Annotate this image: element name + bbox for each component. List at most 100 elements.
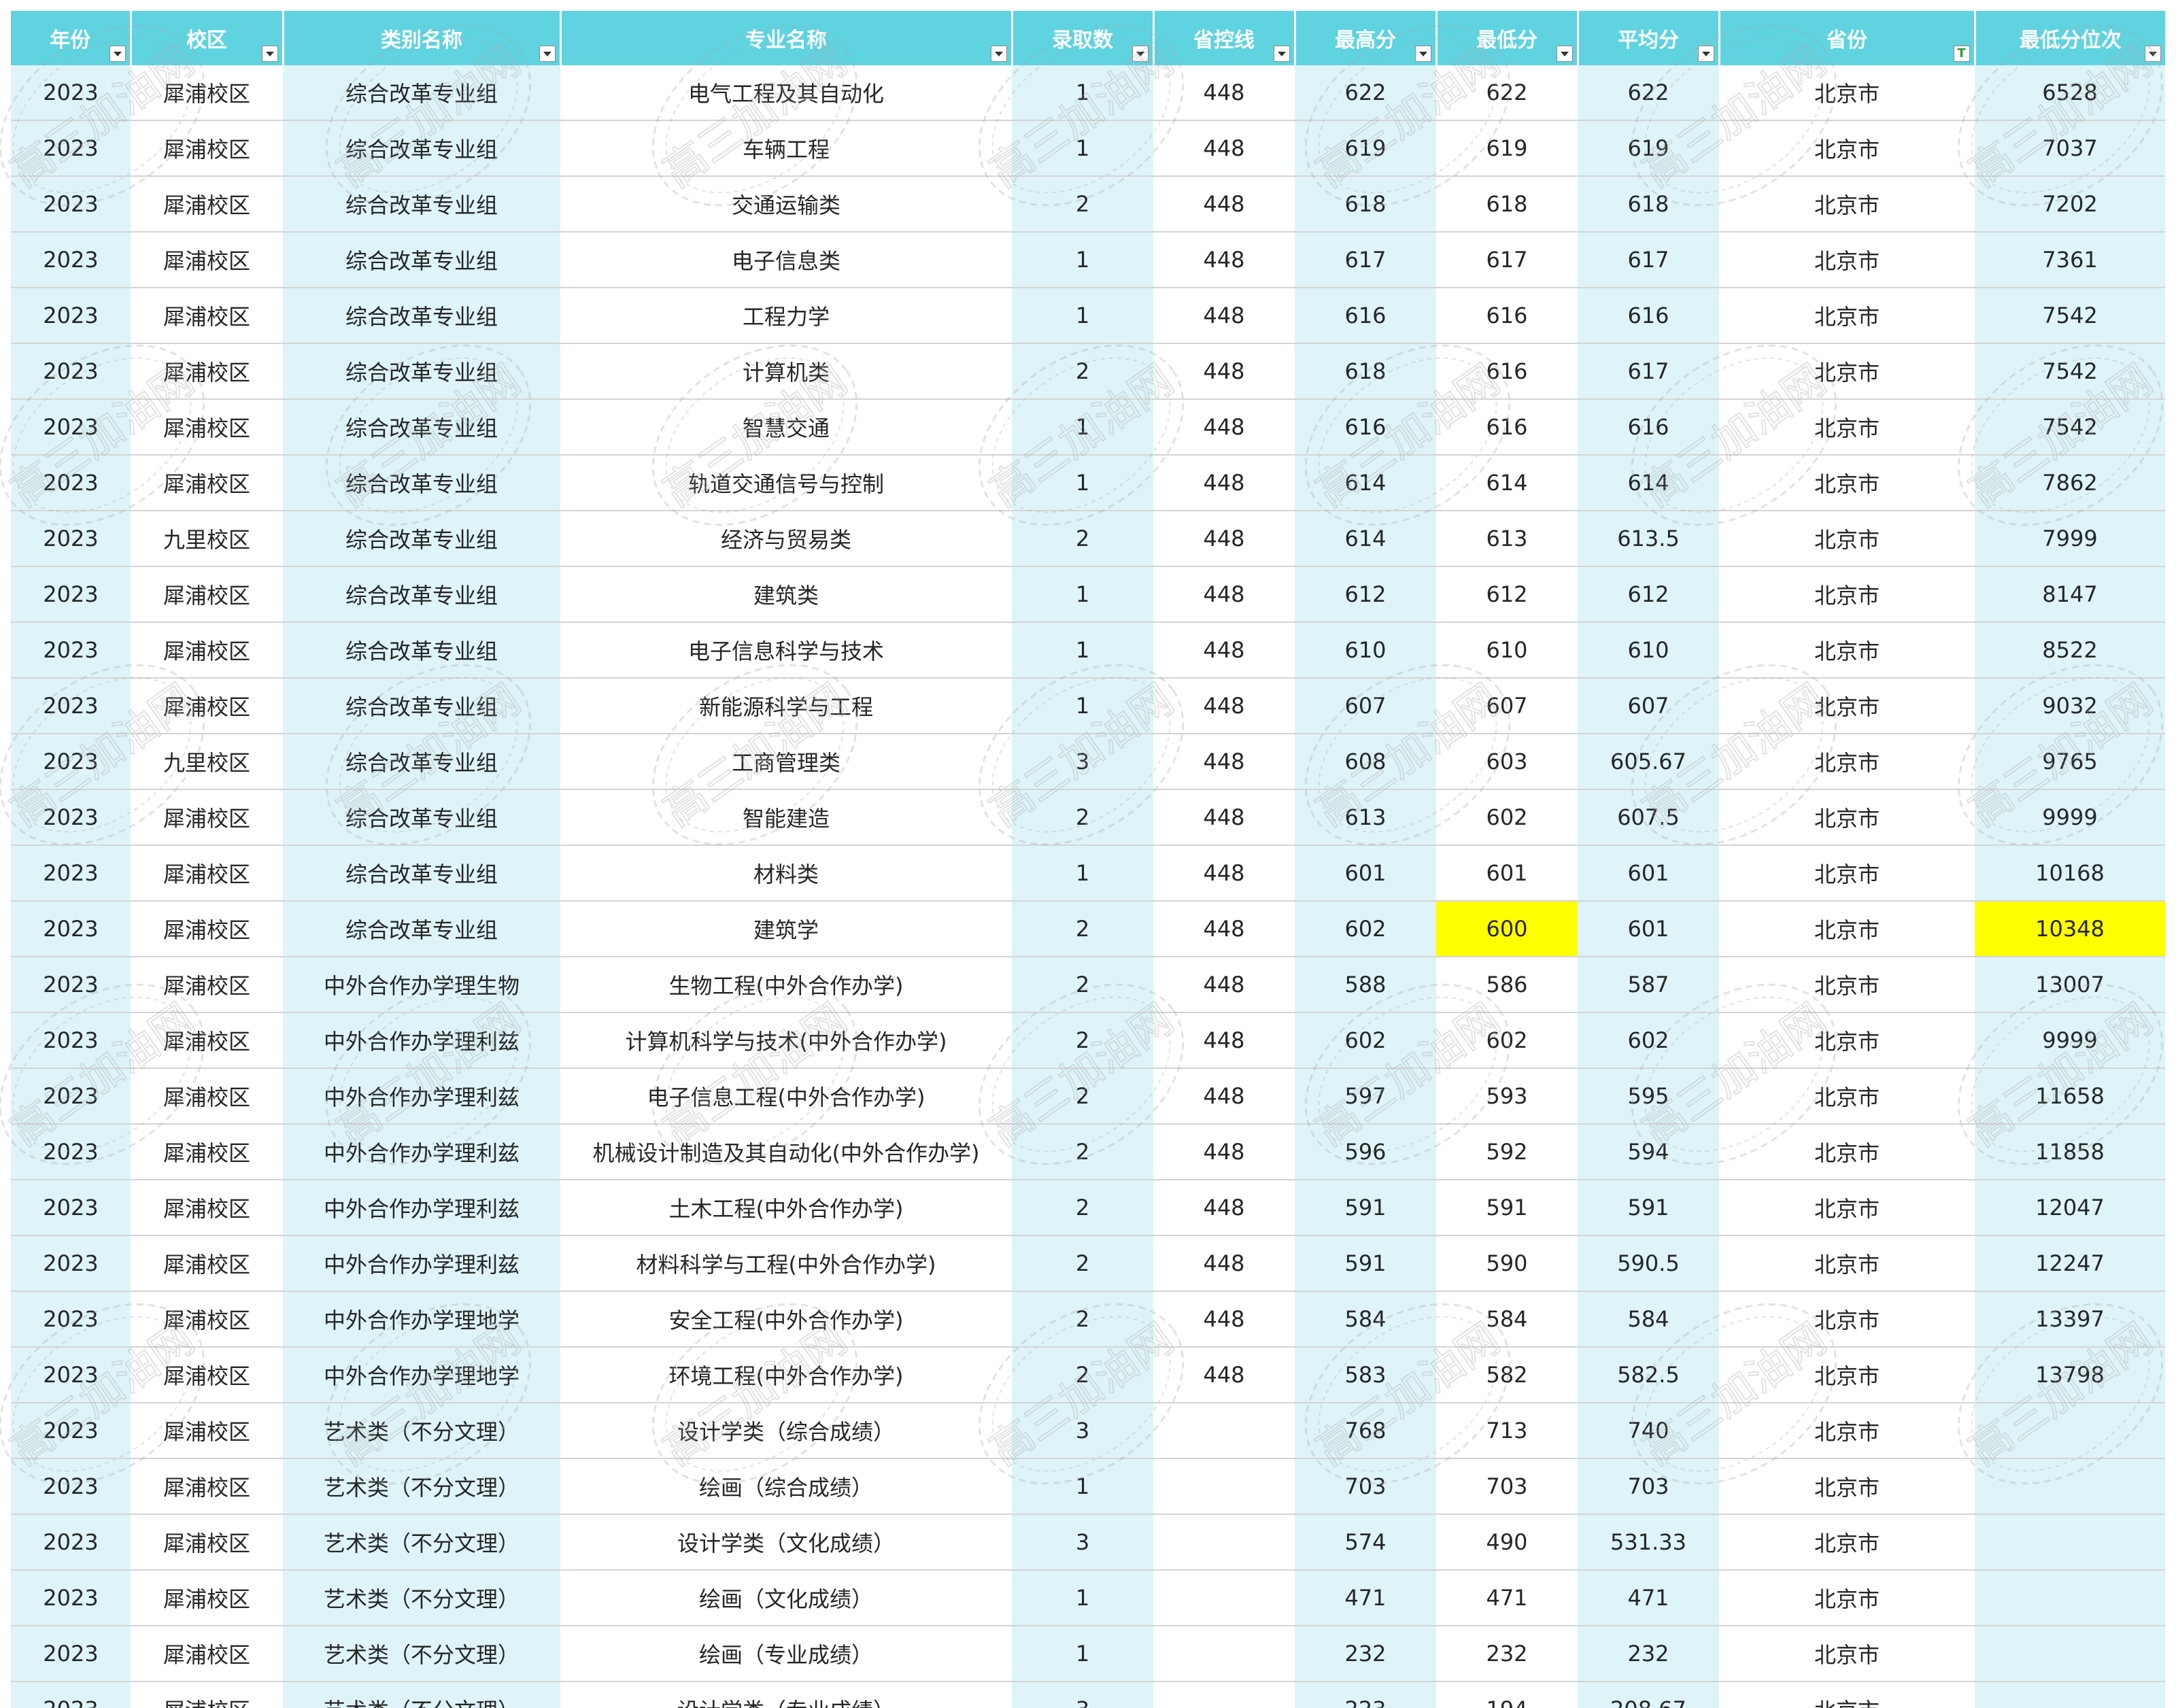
table-cell[interactable]: 2023 xyxy=(11,678,131,734)
table-cell[interactable] xyxy=(1153,1514,1295,1571)
table-cell[interactable]: 613.5 xyxy=(1578,511,1719,567)
filter-dropdown-icon[interactable] xyxy=(990,46,1007,62)
table-cell[interactable]: 590 xyxy=(1436,1235,1578,1292)
table-cell[interactable]: 232 xyxy=(1295,1626,1436,1682)
table-cell[interactable]: 犀浦校区 xyxy=(131,678,283,734)
table-cell[interactable]: 中外合作办学理地学 xyxy=(283,1291,560,1348)
table-cell[interactable]: 586 xyxy=(1436,957,1578,1013)
table-cell[interactable]: 448 xyxy=(1153,455,1295,511)
table-cell[interactable]: 2023 xyxy=(11,176,131,233)
table-cell[interactable]: 北京市 xyxy=(1719,901,1975,957)
table-cell[interactable]: 582 xyxy=(1436,1347,1578,1403)
table-cell[interactable]: 607 xyxy=(1578,678,1719,734)
table-cell[interactable]: 电气工程及其自动化 xyxy=(560,65,1012,121)
table-cell[interactable]: 608 xyxy=(1295,734,1436,790)
table-cell[interactable]: 622 xyxy=(1436,65,1578,121)
table-cell[interactable]: 综合改革专业组 xyxy=(283,678,560,734)
table-cell[interactable]: 591 xyxy=(1295,1180,1436,1236)
table-cell[interactable]: 612 xyxy=(1295,566,1436,623)
filter-dropdown-icon[interactable] xyxy=(261,46,278,62)
table-cell[interactable]: 工程力学 xyxy=(560,288,1012,344)
table-cell[interactable]: 中外合作办学理利兹 xyxy=(283,1235,560,1292)
table-cell[interactable]: 618 xyxy=(1578,176,1719,233)
table-cell[interactable]: 2023 xyxy=(11,1347,131,1403)
filter-active-icon[interactable]: T xyxy=(1953,46,1970,62)
table-cell[interactable]: 设计学类（文化成绩） xyxy=(560,1514,1012,1571)
table-cell[interactable] xyxy=(1153,1403,1295,1459)
table-cell[interactable]: 综合改革专业组 xyxy=(283,343,560,400)
table-cell[interactable]: 616 xyxy=(1295,288,1436,344)
column-header-9[interactable]: 省份 T xyxy=(1719,11,1976,65)
table-cell[interactable]: 设计学类（综合成绩） xyxy=(560,1403,1012,1459)
table-cell[interactable]: 北京市 xyxy=(1719,120,1975,177)
table-cell[interactable]: 1 xyxy=(1012,399,1153,456)
table-cell[interactable]: 622 xyxy=(1295,65,1436,121)
table-cell[interactable] xyxy=(1975,1681,2165,1708)
table-cell[interactable]: 448 xyxy=(1153,678,1295,734)
table-cell[interactable]: 北京市 xyxy=(1719,845,1975,902)
table-cell[interactable]: 617 xyxy=(1436,232,1578,288)
table-cell[interactable]: 2023 xyxy=(11,1458,131,1515)
table-cell[interactable]: 2023 xyxy=(11,734,131,790)
table-cell[interactable]: 交通运输类 xyxy=(560,176,1012,233)
table-cell[interactable]: 2023 xyxy=(11,399,131,456)
table-cell[interactable]: 9999 xyxy=(1975,1012,2165,1069)
table-cell[interactable]: 综合改革专业组 xyxy=(283,232,560,288)
table-cell[interactable]: 584 xyxy=(1436,1291,1578,1348)
filter-dropdown-icon[interactable] xyxy=(1132,46,1149,62)
table-cell[interactable]: 601 xyxy=(1295,845,1436,902)
table-cell[interactable]: 3 xyxy=(1012,1403,1153,1459)
filter-dropdown-icon[interactable] xyxy=(109,46,126,62)
table-cell[interactable]: 595 xyxy=(1578,1068,1719,1125)
table-cell[interactable]: 2023 xyxy=(11,789,131,846)
table-cell[interactable]: 448 xyxy=(1153,511,1295,567)
table-cell[interactable]: 计算机科学与技术(中外合作办学) xyxy=(560,1012,1012,1069)
table-cell[interactable]: 2023 xyxy=(11,65,131,121)
table-cell[interactable]: 2023 xyxy=(11,1235,131,1292)
table-cell[interactable]: 597 xyxy=(1295,1068,1436,1125)
table-cell[interactable]: 448 xyxy=(1153,120,1295,177)
table-cell[interactable]: 综合改革专业组 xyxy=(283,566,560,623)
table-cell[interactable]: 617 xyxy=(1295,232,1436,288)
table-cell[interactable]: 614 xyxy=(1436,455,1578,511)
table-cell[interactable]: 2023 xyxy=(11,566,131,623)
table-cell[interactable]: 602 xyxy=(1295,901,1436,957)
table-cell[interactable]: 北京市 xyxy=(1719,176,1975,233)
table-cell[interactable]: 7361 xyxy=(1975,232,2165,288)
table-cell[interactable]: 448 xyxy=(1153,845,1295,902)
table-cell[interactable]: 13007 xyxy=(1975,957,2165,1013)
table-cell[interactable]: 环境工程(中外合作办学) xyxy=(560,1347,1012,1403)
column-header-1[interactable]: 校区 xyxy=(131,11,284,65)
table-cell[interactable]: 610 xyxy=(1295,622,1436,679)
table-cell[interactable]: 2 xyxy=(1012,176,1153,233)
table-cell[interactable]: 768 xyxy=(1295,1403,1436,1459)
table-cell[interactable]: 生物工程(中外合作办学) xyxy=(560,957,1012,1013)
table-cell[interactable]: 2 xyxy=(1012,1124,1153,1180)
table-cell[interactable]: 591 xyxy=(1578,1180,1719,1236)
table-cell[interactable]: 北京市 xyxy=(1719,734,1975,790)
table-cell[interactable]: 2023 xyxy=(11,1570,131,1626)
filter-dropdown-icon[interactable] xyxy=(1556,46,1573,62)
table-cell[interactable]: 2023 xyxy=(11,957,131,1013)
table-cell[interactable]: 9999 xyxy=(1975,789,2165,846)
table-cell[interactable]: 614 xyxy=(1295,455,1436,511)
table-cell[interactable]: 2023 xyxy=(11,1514,131,1571)
table-cell[interactable]: 北京市 xyxy=(1719,1235,1975,1292)
table-cell[interactable]: 2023 xyxy=(11,622,131,679)
table-cell[interactable]: 448 xyxy=(1153,622,1295,679)
table-cell[interactable]: 2 xyxy=(1012,1068,1153,1125)
table-cell[interactable]: 448 xyxy=(1153,901,1295,957)
table-cell[interactable]: 电子信息科学与技术 xyxy=(560,622,1012,679)
table-cell[interactable]: 北京市 xyxy=(1719,455,1975,511)
table-cell[interactable]: 448 xyxy=(1153,1068,1295,1125)
table-cell[interactable] xyxy=(1975,1458,2165,1515)
table-cell[interactable]: 2 xyxy=(1012,1235,1153,1292)
table-cell[interactable]: 中外合作办学理地学 xyxy=(283,1347,560,1403)
table-cell[interactable]: 194 xyxy=(1436,1681,1578,1708)
table-cell[interactable]: 土木工程(中外合作办学) xyxy=(560,1180,1012,1236)
table-cell[interactable]: 448 xyxy=(1153,176,1295,233)
table-cell[interactable]: 犀浦校区 xyxy=(131,1626,283,1682)
filter-dropdown-icon[interactable] xyxy=(1273,46,1290,62)
column-header-0[interactable]: 年份 xyxy=(11,11,132,65)
table-cell[interactable]: 613 xyxy=(1295,789,1436,846)
